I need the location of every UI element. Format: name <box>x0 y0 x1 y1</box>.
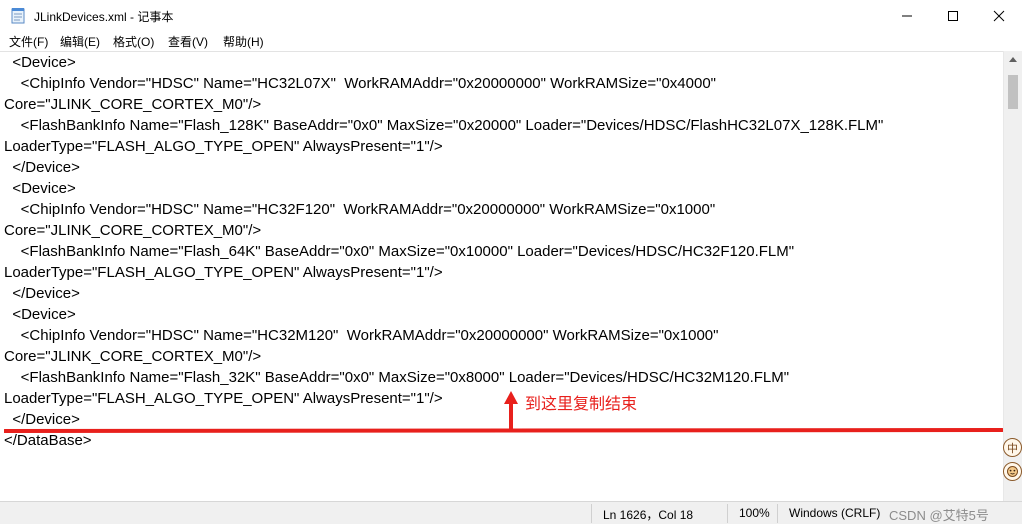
close-button[interactable] <box>976 0 1022 31</box>
close-icon <box>993 10 1005 21</box>
ime-chinese-badge[interactable]: 中 <box>1003 438 1022 457</box>
status-divider <box>591 504 592 523</box>
window-title: JLinkDevices.xml - 记事本 <box>34 10 174 24</box>
menu-view[interactable]: 查看(V) <box>168 33 208 50</box>
status-zoom: 100% <box>739 506 770 520</box>
menu-format[interactable]: 格式(O) <box>113 33 154 50</box>
editor-line: <ChipInfo Vendor="HDSC" Name="HC32M120" … <box>4 327 719 344</box>
annotation-text: 到这里复制结束 <box>525 394 638 413</box>
editor-line: Core="JLINK_CORE_CORTEX_M0"/> <box>4 96 262 113</box>
editor-line: <Device> <box>4 54 76 71</box>
red-up-arrow-icon <box>504 391 518 430</box>
status-bar: Ln 1626，Col 18 100% Windows (CRLF) CSDN … <box>0 501 1022 524</box>
editor-line: LoaderType="FLASH_ALGO_TYPE_OPEN" Always… <box>4 264 443 281</box>
mascot-face-icon <box>1007 466 1018 477</box>
status-divider <box>727 504 728 523</box>
editor-line: </Device> <box>4 285 80 302</box>
status-cursor-position: Ln 1626，Col 18 <box>603 508 694 522</box>
maximize-button[interactable] <box>930 0 976 31</box>
notepad-window: JLinkDevices.xml - 记事本 文件(F) 编辑(E) 格式(O)… <box>0 0 1022 524</box>
title-bar[interactable]: JLinkDevices.xml - 记事本 <box>0 0 1022 31</box>
editor-line: Core="JLINK_CORE_CORTEX_M0"/> <box>4 348 262 365</box>
status-divider <box>777 504 778 523</box>
minimize-icon <box>902 15 912 16</box>
editor-line: <Device> <box>4 306 76 323</box>
editor-line: </Device> <box>4 159 80 176</box>
scrollbar-thumb[interactable] <box>1008 75 1018 109</box>
ime-mascot-icon[interactable] <box>1003 462 1022 481</box>
editor-line: <FlashBankInfo Name="Flash_128K" BaseAdd… <box>4 117 884 134</box>
menu-edit[interactable]: 编辑(E) <box>60 33 100 50</box>
editor-line: <FlashBankInfo Name="Flash_32K" BaseAddr… <box>4 369 790 386</box>
menu-bar: 文件(F) 编辑(E) 格式(O) 查看(V) 帮助(H) <box>0 31 1022 51</box>
editor-line: LoaderType="FLASH_ALGO_TYPE_OPEN" Always… <box>4 390 443 407</box>
maximize-icon <box>948 10 958 21</box>
editor-line: Core="JLINK_CORE_CORTEX_M0"/> <box>4 222 262 239</box>
csdn-watermark: CSDN @艾特5号 <box>889 508 989 523</box>
menu-file[interactable]: 文件(F) <box>9 33 48 50</box>
editor-line: <Device> <box>4 180 76 197</box>
status-line-ending: Windows (CRLF) <box>789 506 881 520</box>
editor-line: LoaderType="FLASH_ALGO_TYPE_OPEN" Always… <box>4 138 443 155</box>
minimize-button[interactable] <box>884 0 930 31</box>
notepad-icon <box>11 8 25 24</box>
vertical-scrollbar[interactable] <box>1003 51 1022 501</box>
editor-line: <ChipInfo Vendor="HDSC" Name="HC32F120" … <box>4 201 716 218</box>
editor-line: <FlashBankInfo Name="Flash_64K" BaseAddr… <box>4 243 795 260</box>
editor-line: <ChipInfo Vendor="HDSC" Name="HC32L07X" … <box>4 75 716 92</box>
menu-help[interactable]: 帮助(H) <box>223 33 264 50</box>
scroll-up-arrow-icon[interactable] <box>1009 57 1017 62</box>
